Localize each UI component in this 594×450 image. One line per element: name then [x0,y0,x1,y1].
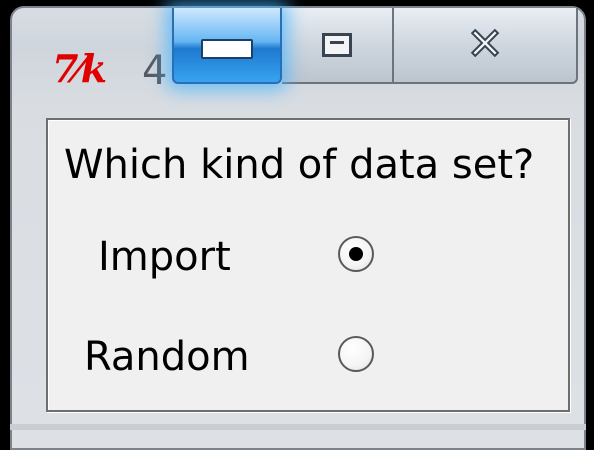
window-bottom-edge [10,424,586,430]
minimize-button[interactable] [172,8,282,84]
maximize-button[interactable] [282,8,394,84]
caption-buttons: ✕ [172,8,582,84]
import-radio[interactable] [338,236,374,272]
radio-selected-dot [349,247,363,261]
close-button[interactable]: ✕ [394,8,578,84]
maximize-icon [322,33,352,57]
window-title: 4 [142,48,168,94]
data-set-group: Which kind of data set? Import Random [46,118,570,412]
random-radio[interactable] [338,336,374,372]
app-window: 7⁄k 4 ✕ Which kind of data set? Import R… [0,0,594,450]
random-option-label[interactable]: Random [84,334,250,380]
close-icon: ✕ [466,19,505,70]
title-bar[interactable]: 7⁄k 4 ✕ [12,8,580,100]
minimize-icon [201,39,253,59]
import-option-label[interactable]: Import [98,234,231,280]
app-icon[interactable]: 7⁄k [52,46,107,91]
question-label: Which kind of data set? [64,142,535,188]
